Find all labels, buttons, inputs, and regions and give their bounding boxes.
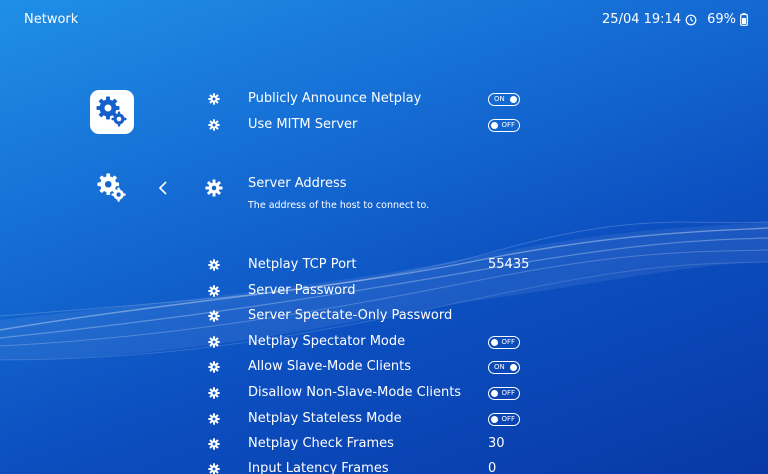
- gear-icon: [208, 387, 220, 399]
- menu-item-value: 55435: [488, 257, 530, 272]
- menu-item-label: Netplay Stateless Mode: [248, 411, 402, 426]
- toggle-switch[interactable]: OFF: [488, 387, 520, 400]
- gear-icon: [208, 361, 220, 373]
- battery-percent: 69%: [707, 12, 736, 27]
- menu-item-value: 0: [488, 461, 497, 474]
- menu-item-label: Netplay Spectator Mode: [248, 334, 406, 349]
- toggle-state: OFF: [501, 388, 515, 397]
- menu-item-label: Server Password: [248, 283, 356, 298]
- gear-icon: [208, 336, 220, 348]
- gear-icon: [208, 463, 220, 474]
- gear-icon: [208, 413, 220, 425]
- gear-icon: [205, 179, 223, 197]
- gear-icon: [208, 119, 220, 131]
- menu-item-input-latency-frames[interactable]: Input Latency Frames 0: [0, 457, 768, 474]
- menu-item-label: Publicly Announce Netplay: [248, 91, 422, 106]
- menu-item-disallow-non-slave-mode-clients[interactable]: Disallow Non-Slave-Mode Clients OFF: [0, 381, 768, 405]
- gear-icon: [208, 438, 220, 450]
- menu-item-label: Netplay TCP Port: [248, 257, 357, 272]
- menu-item-publicly-announce-netplay[interactable]: Publicly Announce Netplay ON: [0, 87, 768, 111]
- page-title: Network: [24, 12, 79, 27]
- toggle-switch[interactable]: OFF: [488, 119, 520, 132]
- menu-item-label: Server Spectate-Only Password: [248, 308, 453, 323]
- menu-item-server-address[interactable]: Server Address The address of the host t…: [0, 176, 768, 212]
- menu-item-allow-slave-mode-clients[interactable]: Allow Slave-Mode Clients ON: [0, 355, 768, 379]
- menu-item-server-password[interactable]: Server Password: [0, 279, 768, 303]
- menu-item-netplay-check-frames[interactable]: Netplay Check Frames 30: [0, 432, 768, 456]
- menu-item-label: Use MITM Server: [248, 117, 358, 132]
- menu-item-label: Input Latency Frames: [248, 461, 389, 474]
- gear-icon: [208, 310, 220, 322]
- menu-item-use-mitm-server[interactable]: Use MITM Server OFF: [0, 113, 768, 137]
- menu-item-label: Disallow Non-Slave-Mode Clients: [248, 385, 462, 400]
- menu-item-server-spectate-only-password[interactable]: Server Spectate-Only Password: [0, 304, 768, 328]
- toggle-state: ON: [494, 362, 505, 371]
- toggle-switch[interactable]: OFF: [488, 413, 520, 426]
- status-area: 25/04 19:14 69%: [602, 12, 748, 27]
- menu-item-netplay-tcp-port[interactable]: Netplay TCP Port 55435: [0, 253, 768, 277]
- menu-item-netplay-spectator-mode[interactable]: Netplay Spectator Mode OFF: [0, 330, 768, 354]
- menu-item-netplay-stateless-mode[interactable]: Netplay Stateless Mode OFF: [0, 407, 768, 431]
- menu-item-label: Netplay Check Frames: [248, 436, 394, 451]
- battery-icon: [740, 13, 748, 26]
- menu-item-description: The address of the host to connect to.: [248, 200, 430, 211]
- toggle-state: ON: [494, 94, 505, 103]
- toggle-state: OFF: [501, 337, 515, 346]
- menu-item-label: Allow Slave-Mode Clients: [248, 359, 412, 374]
- menu-item-value: 30: [488, 436, 505, 451]
- clock-icon: [685, 14, 697, 25]
- toggle-switch[interactable]: ON: [488, 361, 520, 374]
- gear-icon: [208, 259, 220, 271]
- toggle-state: OFF: [501, 120, 515, 129]
- datetime: 25/04 19:14: [602, 12, 682, 27]
- menu-item-label: Server Address: [248, 176, 347, 191]
- toggle-state: OFF: [501, 414, 515, 423]
- toggle-switch[interactable]: OFF: [488, 336, 520, 349]
- top-bar: Network 25/04 19:14 69%: [0, 0, 768, 40]
- toggle-switch[interactable]: ON: [488, 93, 520, 106]
- gear-icon: [208, 93, 220, 105]
- gear-icon: [208, 285, 220, 297]
